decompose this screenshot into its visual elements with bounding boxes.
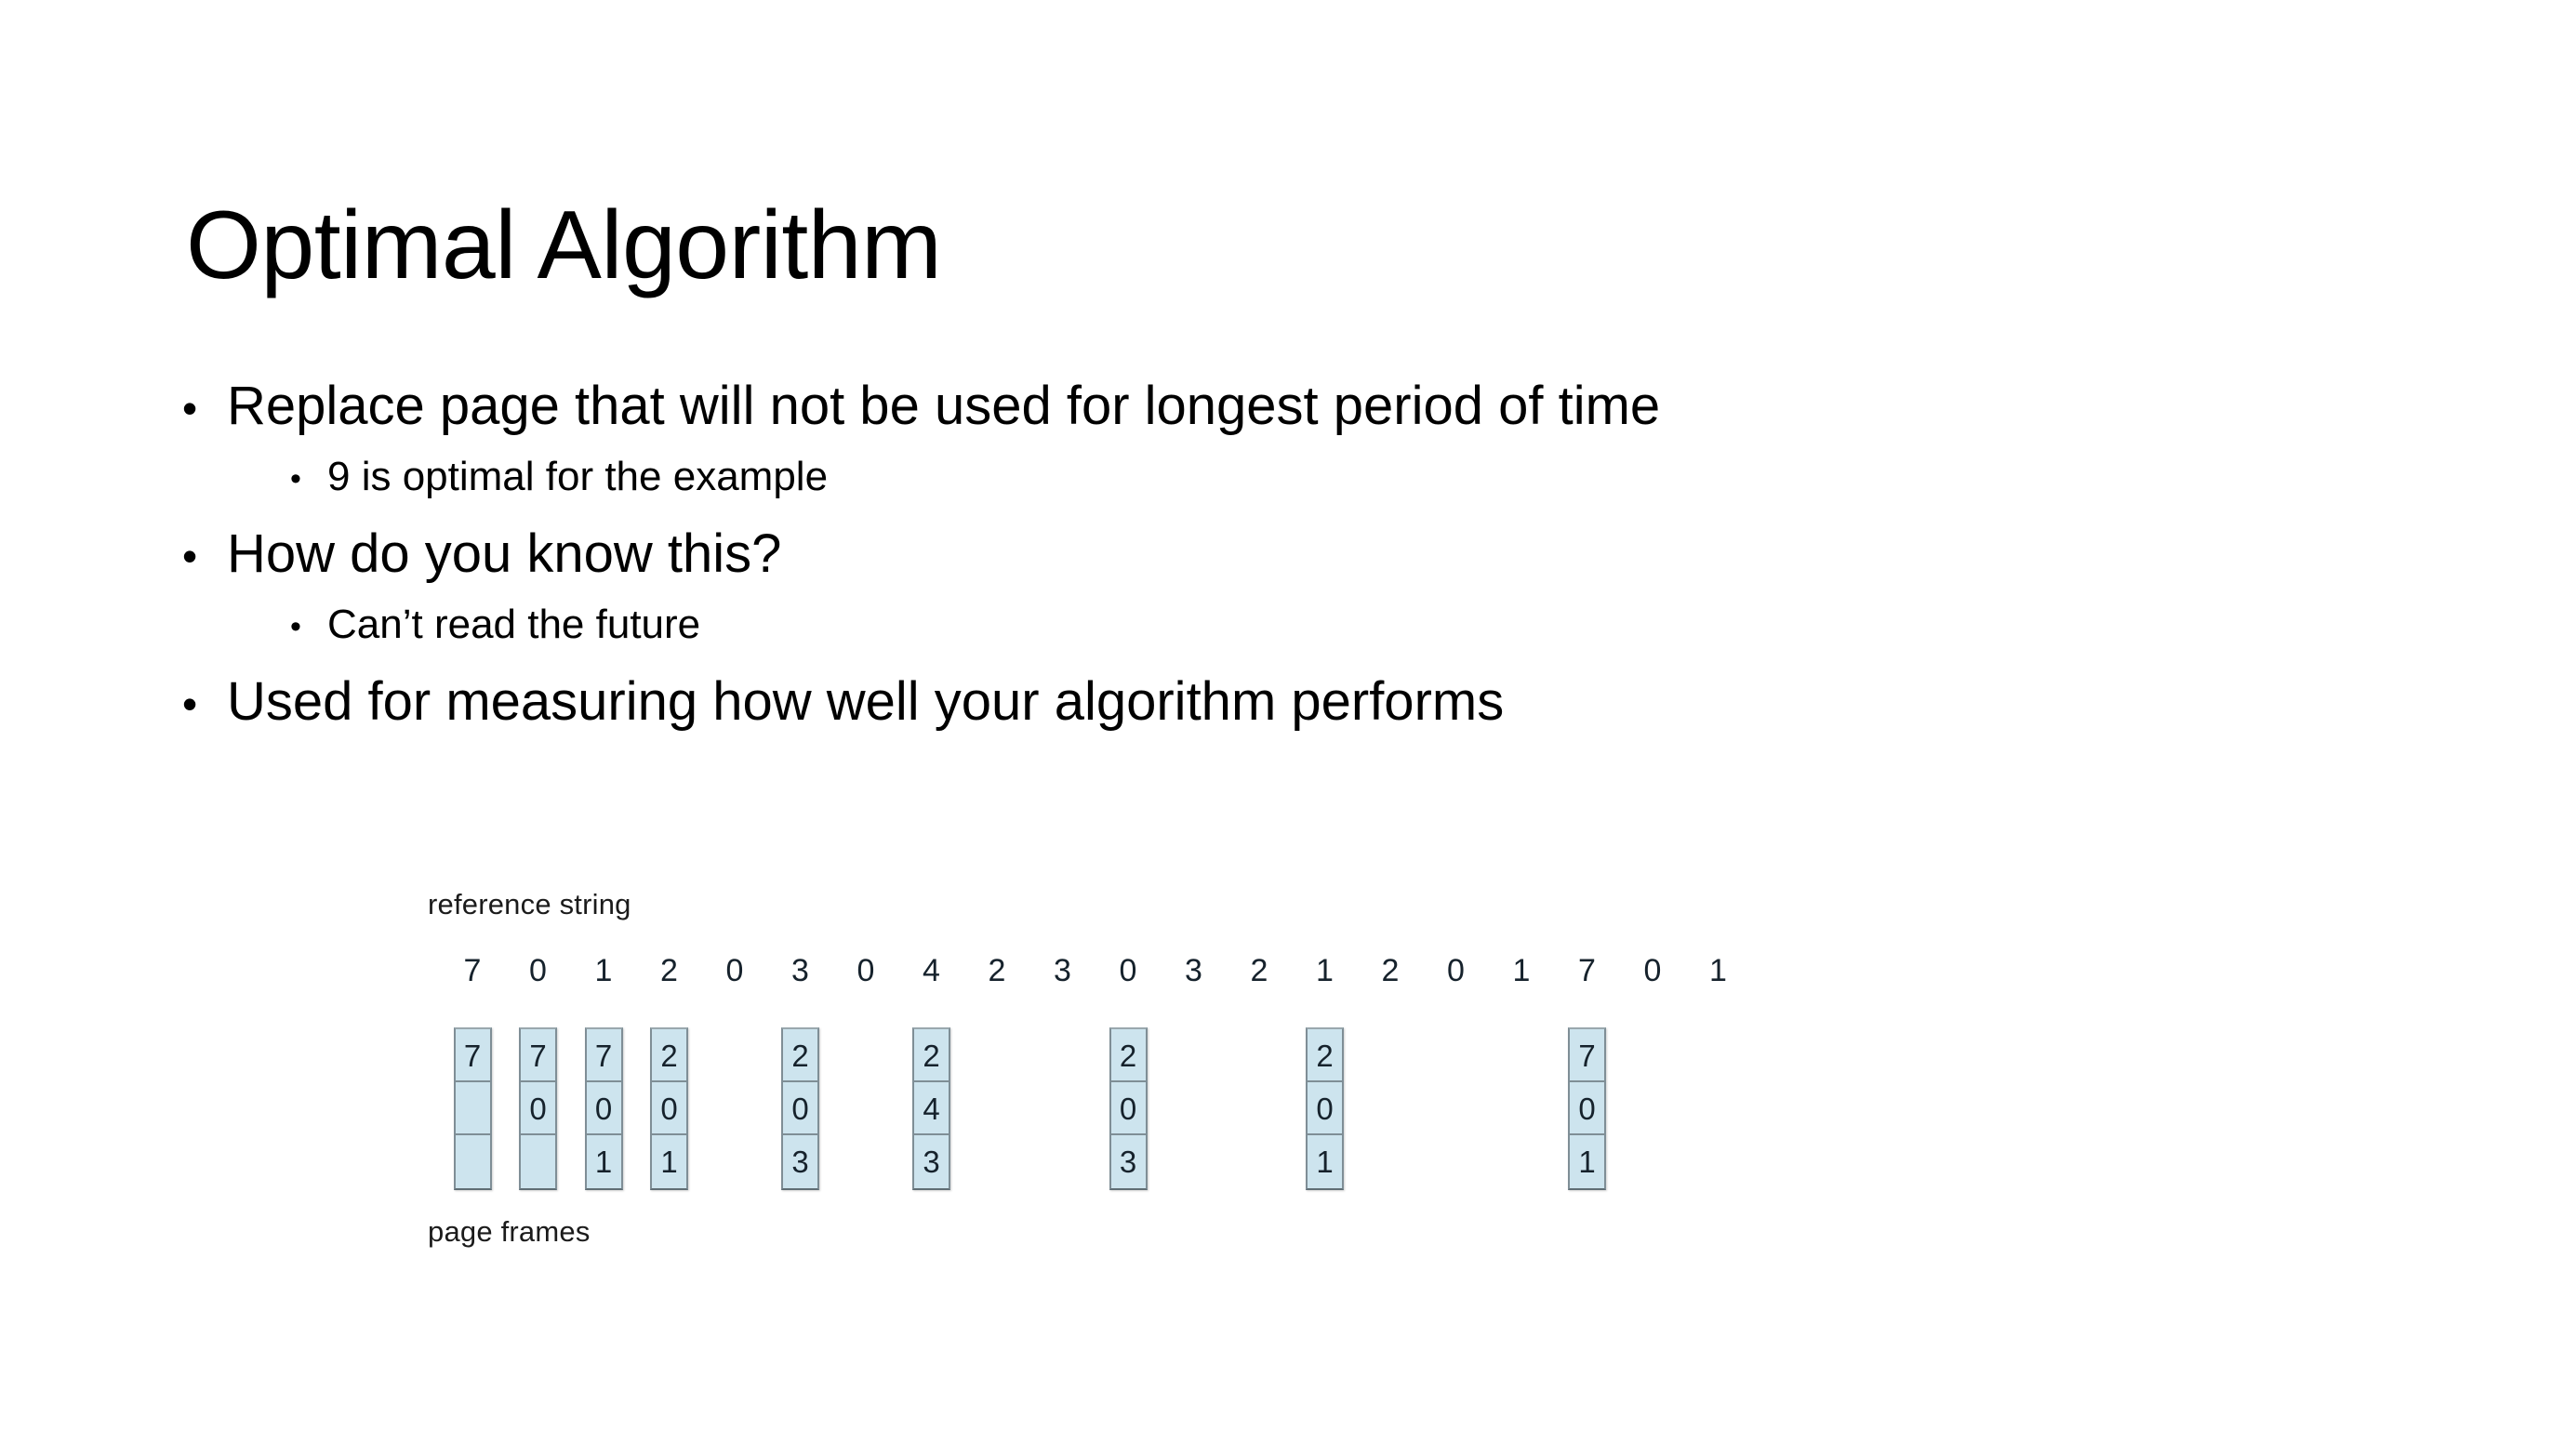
page-frame-column: 701 — [584, 1027, 623, 1190]
page-frame-column: 203 — [781, 1027, 819, 1190]
reference-string-digit: 2 — [660, 953, 678, 988]
bullet-list: • Replace page that will not be used for … — [182, 379, 2368, 752]
page-frame-cell: 2 — [1110, 1029, 1146, 1082]
page-frame-column: 243 — [912, 1027, 950, 1190]
bullet-item-level1: • Used for measuring how well your algori… — [182, 675, 2368, 729]
reference-string-digit: 3 — [1054, 953, 1071, 988]
bullet-text: How do you know this? — [227, 523, 782, 584]
slide-canvas: Optimal Algorithm • Replace page that wil… — [0, 0, 2576, 1443]
page-frame-column: 7 — [453, 1027, 492, 1190]
page-frame-cell: 0 — [652, 1082, 686, 1135]
bullet-marker-icon: • — [182, 384, 198, 432]
reference-string-digit: 2 — [1250, 953, 1268, 988]
reference-string-digit: 7 — [463, 953, 482, 988]
reference-string-digit: 3 — [1185, 953, 1202, 988]
page-frame-cell: 2 — [1308, 1029, 1342, 1082]
page-frame-cell: 1 — [1308, 1135, 1342, 1188]
bullet-text: Replace page that will not be used for l… — [227, 376, 1661, 436]
bullet-text: 9 is optimal for the example — [327, 454, 829, 499]
page-frame-cell: 0 — [521, 1082, 555, 1135]
reference-string-digit: 1 — [594, 953, 613, 988]
page-frame-column: 70 — [519, 1027, 557, 1190]
bullet-text: Can’t read the future — [327, 602, 701, 647]
bullet-text: Used for measuring how well your algorit… — [227, 671, 1505, 732]
page-frame-cell: 2 — [914, 1029, 949, 1082]
page-frame-cell: 4 — [914, 1082, 949, 1135]
page-frame-cell: 7 — [455, 1029, 490, 1082]
bullet-marker-icon: • — [182, 532, 198, 580]
page-frame-column: 201 — [650, 1027, 688, 1190]
page-frame-cell-empty — [455, 1135, 490, 1188]
bullet-marker-icon: • — [182, 680, 198, 728]
bullet-item-level1: • How do you know this? — [182, 527, 2368, 581]
reference-string-digit: 4 — [923, 953, 940, 988]
page-frames-label: page frames — [428, 1215, 591, 1248]
page-frame-cell: 0 — [1110, 1082, 1146, 1135]
reference-string-label: reference string — [428, 888, 631, 920]
reference-string-digit: 0 — [529, 953, 547, 988]
page-frame-cell: 2 — [783, 1029, 817, 1082]
page-frame-cell: 0 — [1308, 1082, 1342, 1135]
page-frame-column: 701 — [1568, 1027, 1606, 1190]
page-title: Optimal Algorithm — [186, 191, 942, 299]
page-frame-cell: 3 — [783, 1135, 817, 1188]
bullet-item-level1: • Replace page that will not be used for … — [182, 379, 2368, 433]
reference-string-digit: 1 — [1709, 953, 1727, 988]
page-replacement-figure: reference string 70120304230321201701 7 … — [417, 888, 1812, 1278]
page-frame-cell: 7 — [521, 1029, 555, 1082]
page-frame-cell: 0 — [586, 1082, 621, 1135]
bullet-marker-icon: • — [290, 609, 301, 644]
page-frame-cell: 3 — [914, 1135, 949, 1188]
bullet-item-level2: • 9 is optimal for the example — [290, 457, 2368, 497]
page-frame-cell: 3 — [1110, 1135, 1146, 1188]
page-frame-cell: 1 — [586, 1135, 621, 1188]
page-frame-cell: 1 — [652, 1135, 686, 1188]
reference-string-digit: 0 — [1119, 953, 1137, 988]
page-frame-cell: 7 — [586, 1029, 621, 1082]
reference-string-digit: 2 — [988, 953, 1006, 988]
reference-string-digit: 0 — [1643, 953, 1662, 988]
page-frame-cell-empty — [455, 1082, 490, 1135]
page-frame-cell: 2 — [652, 1029, 686, 1082]
page-frame-cell-empty — [521, 1135, 555, 1188]
bullet-marker-icon: • — [290, 461, 301, 496]
reference-string-digit: 1 — [1512, 953, 1531, 988]
reference-string-digit: 0 — [1447, 953, 1465, 988]
reference-string-digit: 0 — [725, 953, 744, 988]
page-frame-cell: 0 — [1570, 1082, 1604, 1135]
reference-string-digit: 3 — [791, 953, 809, 988]
reference-string-digit: 7 — [1578, 953, 1596, 988]
reference-string-digit: 1 — [1316, 953, 1334, 988]
page-frame-column: 203 — [1109, 1027, 1148, 1190]
page-frame-column: 201 — [1306, 1027, 1344, 1190]
page-frame-cell: 1 — [1570, 1135, 1604, 1188]
reference-string-digit: 2 — [1381, 953, 1400, 988]
bullet-item-level2: • Can’t read the future — [290, 604, 2368, 645]
page-frame-cell: 7 — [1570, 1029, 1604, 1082]
reference-string-digit: 0 — [856, 953, 875, 988]
page-frame-cell: 0 — [783, 1082, 817, 1135]
